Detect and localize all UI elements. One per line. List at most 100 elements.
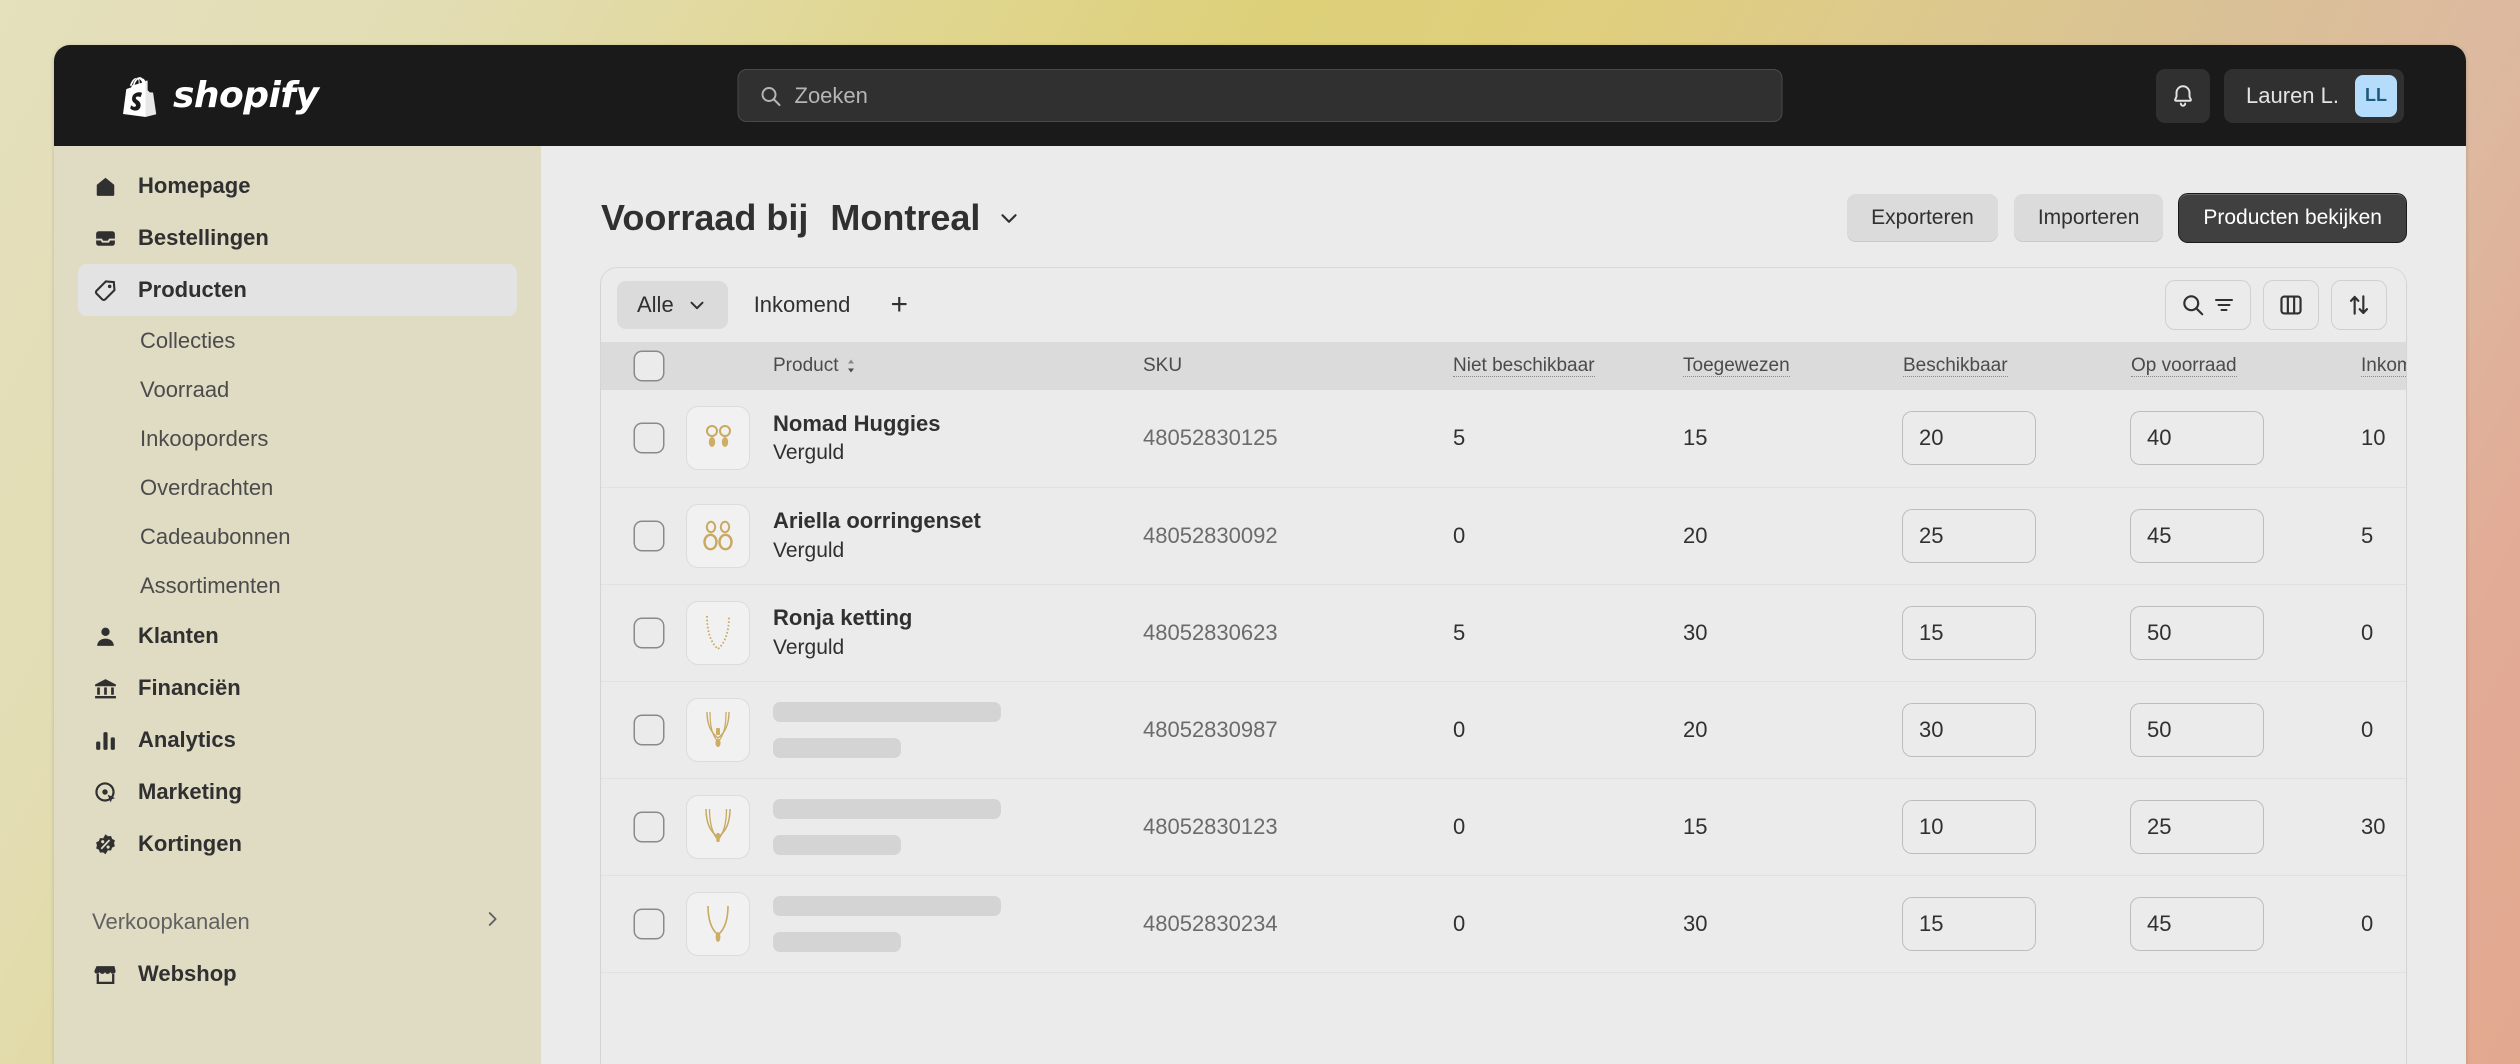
available-input[interactable] <box>1903 509 2035 562</box>
search-box[interactable]: Zoeken <box>737 69 1783 122</box>
row-checkbox[interactable] <box>635 424 663 453</box>
user-menu-button[interactable]: Lauren L. LL <box>2224 68 2404 123</box>
column-header-product[interactable]: Product <box>763 342 1133 390</box>
row-on-hand-cell <box>2121 390 2351 488</box>
product-thumbnail[interactable] <box>687 407 749 470</box>
sidebar-item-collecties[interactable]: Collecties <box>78 316 517 365</box>
table-row[interactable]: 48052830987 0 20 0 <box>601 681 2406 779</box>
table-row[interactable]: 48052830234 0 30 0 <box>601 875 2406 973</box>
tab-alle[interactable]: Alle <box>617 281 728 329</box>
product-name: Ronja ketting <box>773 605 913 631</box>
page-actions: Exporteren Importeren Producten bekijken <box>1847 194 2406 242</box>
row-unavailable-cell: 0 <box>1443 681 1673 779</box>
edit-columns-button[interactable] <box>2264 281 2318 329</box>
sidebar-item-overdrachten[interactable]: Overdrachten <box>78 463 517 512</box>
on-hand-input[interactable] <box>2131 703 2263 756</box>
product-thumbnail[interactable] <box>687 504 749 567</box>
export-button[interactable]: Exporteren <box>1847 194 1998 242</box>
row-thumb-cell <box>687 778 763 876</box>
sort-arrows-icon <box>848 359 855 373</box>
incoming-value: 30 <box>2361 813 2386 839</box>
available-input[interactable] <box>1903 703 2035 756</box>
tab-inkomend[interactable]: Inkomend <box>734 281 871 329</box>
on-hand-input[interactable] <box>2131 606 2263 659</box>
table-row[interactable]: Ariella oorringenset Verguld 48052830092… <box>601 487 2406 585</box>
table-row[interactable]: Ronja ketting Verguld 48052830623 5 30 0 <box>601 584 2406 682</box>
available-input[interactable] <box>1903 800 2035 853</box>
row-incoming-cell: 0 <box>2351 681 2406 779</box>
table-row[interactable]: Nomad Huggies Verguld 48052830125 5 15 1… <box>601 390 2406 488</box>
select-all-header <box>601 342 687 390</box>
available-input[interactable] <box>1903 606 2035 659</box>
sort-button[interactable] <box>2332 281 2386 329</box>
sidebar-section-verkoopkanalen[interactable]: Verkoopkanalen <box>78 896 517 948</box>
global-search[interactable]: Zoeken <box>737 69 1783 122</box>
unavailable-value: 0 <box>1453 522 1466 548</box>
column-header-available: Beschikbaar <box>1893 342 2121 390</box>
product-thumbnail[interactable] <box>687 892 749 955</box>
chevron-down-icon <box>1001 214 1017 223</box>
product-sort-control[interactable]: Product <box>773 355 858 377</box>
column-header-sku: SKU <box>1133 342 1443 390</box>
sidebar-item-klanten[interactable]: Klanten <box>78 610 517 662</box>
on-hand-input[interactable] <box>2131 800 2263 853</box>
available-input[interactable] <box>1903 897 2035 950</box>
sidebar-item-bestellingen[interactable]: Bestellingen <box>78 212 517 264</box>
earrings-hoop-icon <box>703 520 733 550</box>
orders-icon <box>92 225 118 251</box>
import-button[interactable]: Importeren <box>2013 194 2164 242</box>
sidebar-item-kortingen[interactable]: Kortingen <box>78 818 517 870</box>
sidebar-item-producten[interactable]: Producten <box>78 264 517 316</box>
product-name: Nomad Huggies <box>773 410 941 436</box>
sidebar-item-financien[interactable]: Financiën <box>78 662 517 714</box>
sidebar-item-marketing[interactable]: Marketing <box>78 766 517 818</box>
row-unavailable-cell: 5 <box>1443 584 1673 682</box>
row-product-cell <box>763 875 1133 973</box>
table-tools <box>2166 281 2386 329</box>
sidebar-item-webshop[interactable]: Webshop <box>78 948 517 1000</box>
incoming-value: 0 <box>2361 716 2374 742</box>
add-view-button[interactable]: + <box>876 282 922 328</box>
product-variant-skeleton <box>773 737 901 758</box>
search-and-filter-button[interactable] <box>2166 281 2250 329</box>
select-all-checkbox[interactable] <box>635 352 663 380</box>
product-thumbnail[interactable] <box>687 795 749 858</box>
product-thumbnail[interactable] <box>687 601 749 664</box>
sidebar-label: Producten <box>138 277 247 302</box>
row-checkbox[interactable] <box>635 521 663 550</box>
row-available-cell <box>1893 584 2121 682</box>
row-committed-cell: 15 <box>1673 390 1893 488</box>
shopify-logo[interactable]: shopify <box>122 75 442 117</box>
sidebar-item-analytics[interactable]: Analytics <box>78 714 517 766</box>
row-checkbox[interactable] <box>635 715 663 744</box>
row-checkbox[interactable] <box>635 909 663 938</box>
row-on-hand-cell <box>2121 584 2351 682</box>
sidebar-item-cadeaubonnen[interactable]: Cadeaubonnen <box>78 512 517 561</box>
committed-value: 30 <box>1683 910 1708 936</box>
sidebar-item-homepage[interactable]: Homepage <box>78 160 517 212</box>
on-hand-input[interactable] <box>2131 509 2263 562</box>
row-checkbox[interactable] <box>635 812 663 841</box>
sidebar-label: Analytics <box>138 727 236 752</box>
view-products-button[interactable]: Producten bekijken <box>2179 194 2406 242</box>
sidebar-item-voorraad[interactable]: Voorraad <box>78 365 517 414</box>
product-thumbnail[interactable] <box>687 698 749 761</box>
row-on-hand-cell <box>2121 681 2351 779</box>
columns-icon <box>2280 295 2302 315</box>
location-dropdown-button[interactable] <box>996 205 1022 231</box>
available-input[interactable] <box>1903 412 2035 465</box>
row-checkbox[interactable] <box>635 618 663 647</box>
table-body: Nomad Huggies Verguld 48052830125 5 15 1… <box>601 390 2406 973</box>
on-hand-input[interactable] <box>2131 412 2263 465</box>
bell-icon <box>2174 84 2192 107</box>
row-product-cell: Ariella oorringenset Verguld <box>763 487 1133 585</box>
table-row[interactable]: 48052830123 0 15 30 <box>601 778 2406 876</box>
product-variant: Verguld <box>773 635 845 659</box>
on-hand-input[interactable] <box>2131 897 2263 950</box>
sidebar-label: Voorraad <box>140 376 230 402</box>
product-variant: Verguld <box>773 538 845 562</box>
sidebar-item-inkooporders[interactable]: Inkooporders <box>78 414 517 463</box>
sidebar-label: Assortimenten <box>140 572 281 598</box>
sidebar-item-assortimenten[interactable]: Assortimenten <box>78 561 517 610</box>
notifications-button[interactable] <box>2156 68 2211 123</box>
